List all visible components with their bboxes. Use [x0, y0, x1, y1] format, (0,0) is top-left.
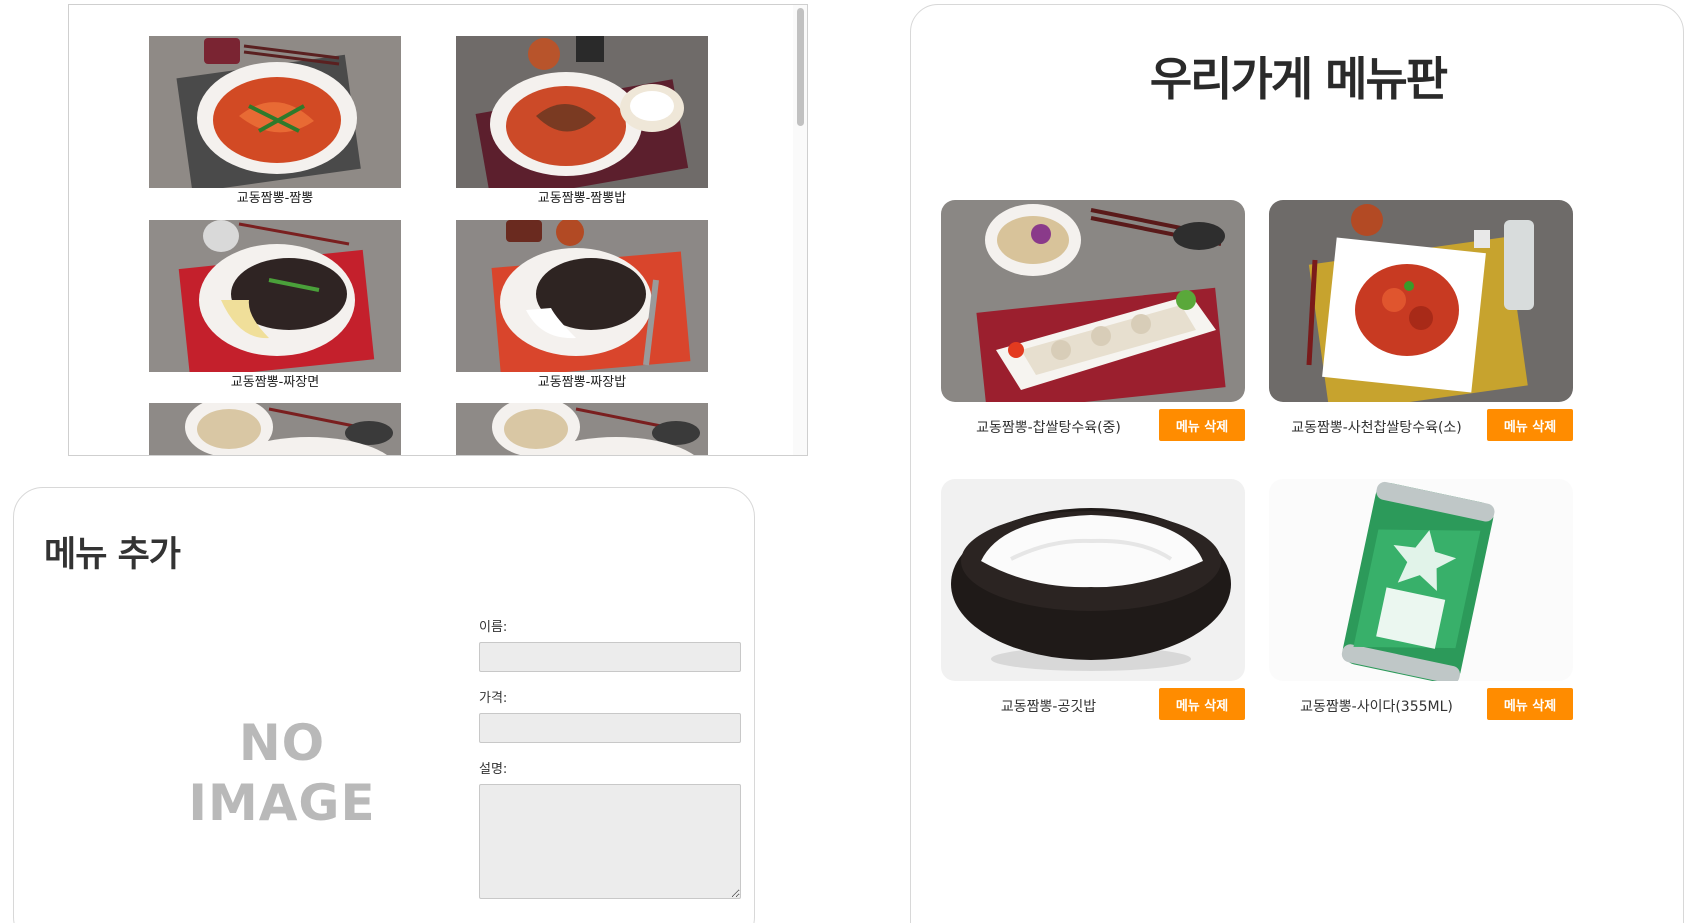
catalog-scrollbar[interactable] — [793, 5, 807, 455]
menu-card: 교동짬뽕-사천찹쌀탕수육(소) 메뉴 삭제 — [1269, 200, 1573, 443]
catalog-item-caption: 교동짬뽕-짬뽕밥 — [537, 191, 627, 206]
name-input[interactable] — [479, 642, 741, 672]
catalog-scroll-thumb[interactable] — [797, 8, 804, 126]
delete-menu-button[interactable]: 메뉴 삭제 — [1159, 409, 1245, 441]
name-label: 이름: — [479, 620, 508, 635]
delete-menu-button[interactable]: 메뉴 삭제 — [1159, 688, 1245, 720]
menu-item-name: 교동짬뽕-사이다(355ML) — [1300, 699, 1453, 715]
add-menu-panel: 메뉴 추가 NO IMAGE 이름: 가격: 설명: — [13, 487, 755, 923]
menu-board-panel: 우리가게 메뉴판 교동짬뽕-찹쌀탕수육(중) 메뉴 삭제 교동짬뽕-사천찹쌀탕수… — [910, 4, 1684, 923]
delete-menu-button[interactable]: 메뉴 삭제 — [1487, 409, 1573, 441]
catalog-item-jjamppong[interactable]: 교동짬뽕-짬뽕 — [149, 36, 401, 207]
menu-card: 교동짬뽕-찹쌀탕수육(중) 메뉴 삭제 — [941, 200, 1245, 443]
jjamppong-photo-icon — [149, 36, 401, 188]
catalog-item-jjajang-bap[interactable]: 교동짬뽕-짜장밥 — [456, 220, 708, 391]
jjajangmyeon-photo-icon — [149, 220, 401, 372]
menu-catalog-scroll-box[interactable]: 교동짬뽕-짬뽕 교동짬뽕-짬뽕밥 교동짬뽕-짜장면 교동짬뽕-짜장밥 — [68, 4, 808, 456]
delete-menu-button[interactable]: 메뉴 삭제 — [1487, 688, 1573, 720]
price-label: 가격: — [479, 691, 508, 706]
description-textarea[interactable] — [479, 784, 741, 899]
no-image-text-line1: NO — [238, 714, 326, 772]
no-image-text-line2: IMAGE — [188, 774, 376, 832]
tangsuyuk-photo-icon — [149, 403, 401, 455]
menu-board-title: 우리가게 메뉴판 — [1149, 52, 1448, 106]
description-label: 설명: — [479, 762, 508, 777]
jjajang-bap-photo-icon — [456, 220, 708, 372]
catalog-item-caption: 교동짬뽕-짜장면 — [230, 375, 320, 390]
catalog-item-partial[interactable] — [456, 403, 708, 455]
menu-item-name: 교동짬뽕-찹쌀탕수육(중) — [976, 420, 1121, 436]
catalog-item-caption: 교동짬뽕-짬뽕 — [236, 191, 314, 206]
menu-item-name: 교동짬뽕-공깃밥 — [1000, 699, 1097, 715]
no-image-placeholder[interactable]: NO IMAGE — [162, 713, 402, 833]
tangsuyuk-photo-icon — [456, 403, 708, 455]
sacheon-tangsuyuk-photo-icon — [1269, 200, 1573, 402]
add-menu-title: 메뉴 추가 — [44, 535, 181, 575]
tangsuyuk-photo-icon — [941, 200, 1245, 402]
rice-bowl-photo-icon — [941, 479, 1245, 681]
menu-card: 교동짬뽕-사이다(355ML) 메뉴 삭제 — [1269, 479, 1573, 722]
jjamppong-bap-photo-icon — [456, 36, 708, 188]
cider-can-photo-icon — [1269, 479, 1573, 681]
menu-catalog-grid: 교동짬뽕-짬뽕 교동짬뽕-짬뽕밥 교동짬뽕-짜장면 교동짬뽕-짜장밥 — [69, 5, 791, 455]
catalog-item-partial[interactable] — [149, 403, 401, 455]
catalog-item-jjajangmyeon[interactable]: 교동짬뽕-짜장면 — [149, 220, 401, 391]
catalog-item-jjamppong-bap[interactable]: 교동짬뽕-짬뽕밥 — [456, 36, 708, 207]
menu-item-name: 교동짬뽕-사천찹쌀탕수육(소) — [1291, 420, 1462, 436]
catalog-item-caption: 교동짬뽕-짜장밥 — [537, 375, 627, 390]
price-input[interactable] — [479, 713, 741, 743]
menu-card: 교동짬뽕-공깃밥 메뉴 삭제 — [941, 479, 1245, 722]
